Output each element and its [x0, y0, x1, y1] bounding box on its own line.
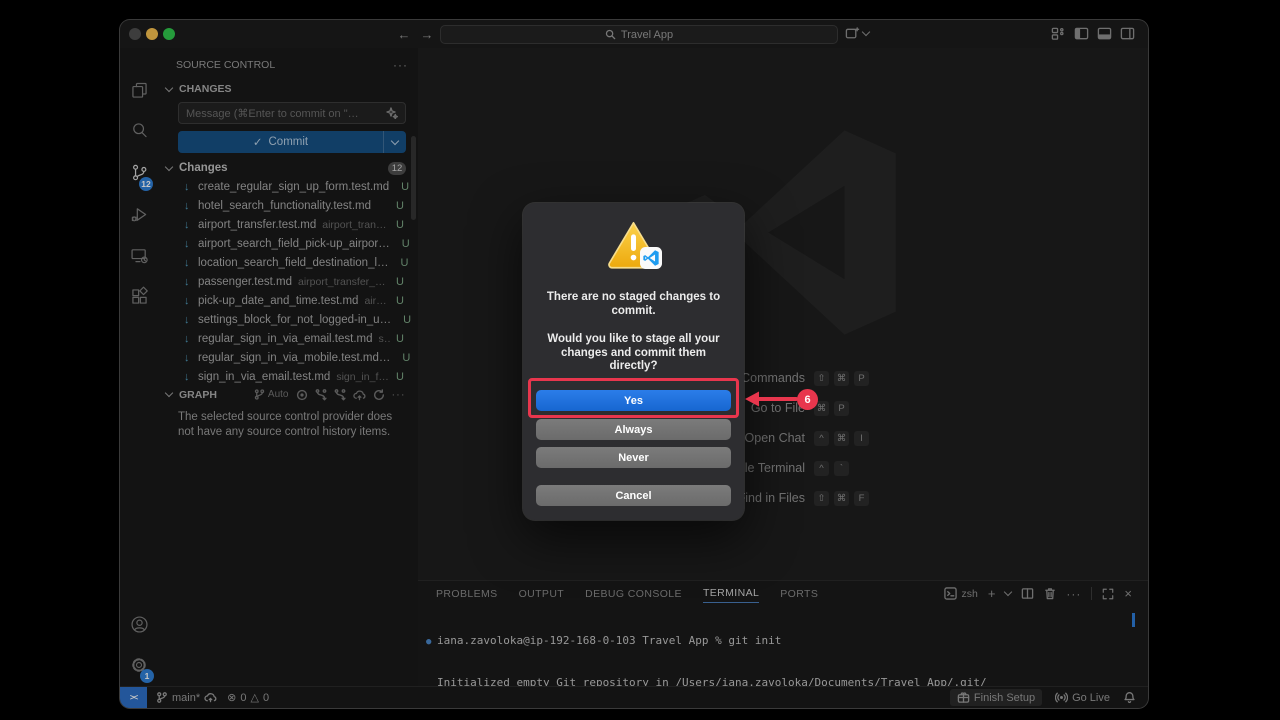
no-staged-changes-dialog: There are no staged changes to commit. W…: [523, 203, 744, 520]
always-button[interactable]: Always: [536, 419, 731, 440]
dialog-message-secondary: Would you like to stage all your changes…: [533, 333, 734, 374]
annotation-arrow-icon: [744, 388, 800, 410]
vscode-badge-icon: [640, 247, 662, 269]
cancel-button[interactable]: Cancel: [536, 485, 731, 506]
annotation-highlight-rect: [528, 378, 739, 418]
never-button[interactable]: Never: [536, 447, 731, 468]
dialog-message-primary: There are no staged changes to commit.: [533, 291, 734, 318]
annotation-step-badge: 6: [797, 389, 818, 410]
